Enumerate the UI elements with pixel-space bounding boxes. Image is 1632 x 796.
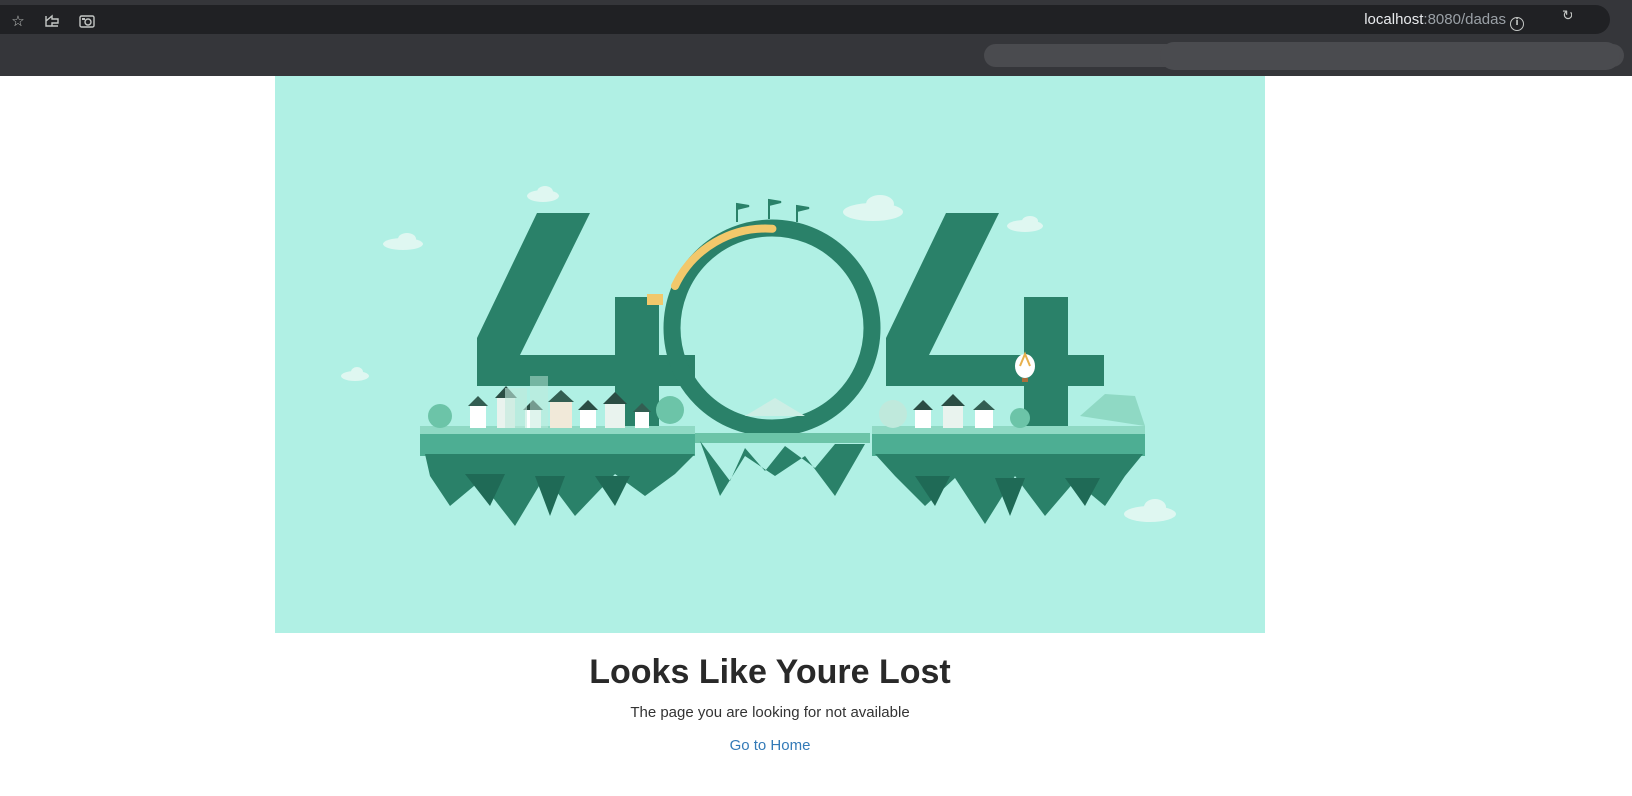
- page-subtitle: The page you are looking for not availab…: [630, 704, 910, 721]
- screenshot-icon[interactable]: [78, 12, 96, 30]
- browser-toolbar: ☆ localhost:8080/dadas i ↻: [0, 0, 1632, 38]
- flags: [736, 198, 810, 222]
- info-icon[interactable]: i: [1510, 17, 1524, 31]
- right-island: [872, 394, 1145, 524]
- error-illustration: [275, 76, 1265, 633]
- page-title: Looks Like Youre Lost: [589, 653, 951, 691]
- reload-icon[interactable]: ↻: [1562, 8, 1572, 28]
- digit-four-right: [886, 213, 1104, 426]
- send-tab-icon[interactable]: [43, 12, 61, 30]
- star-icon[interactable]: ☆: [9, 12, 27, 30]
- url-host: localhost: [1364, 11, 1424, 28]
- address-bar[interactable]: ☆ localhost:8080/dadas i: [0, 5, 1610, 34]
- digit-zero-ring: [663, 219, 881, 437]
- url-text[interactable]: localhost:8080/dadas: [1364, 12, 1506, 28]
- go-home-link[interactable]: Go to Home: [0, 737, 1540, 755]
- sign: [647, 294, 663, 305]
- url-path: :8080/dadas: [1423, 11, 1506, 28]
- redacted-area: [1160, 42, 1620, 70]
- 404-illustration: [341, 186, 1176, 526]
- houses-right: [879, 394, 1030, 428]
- left-island: [420, 426, 695, 526]
